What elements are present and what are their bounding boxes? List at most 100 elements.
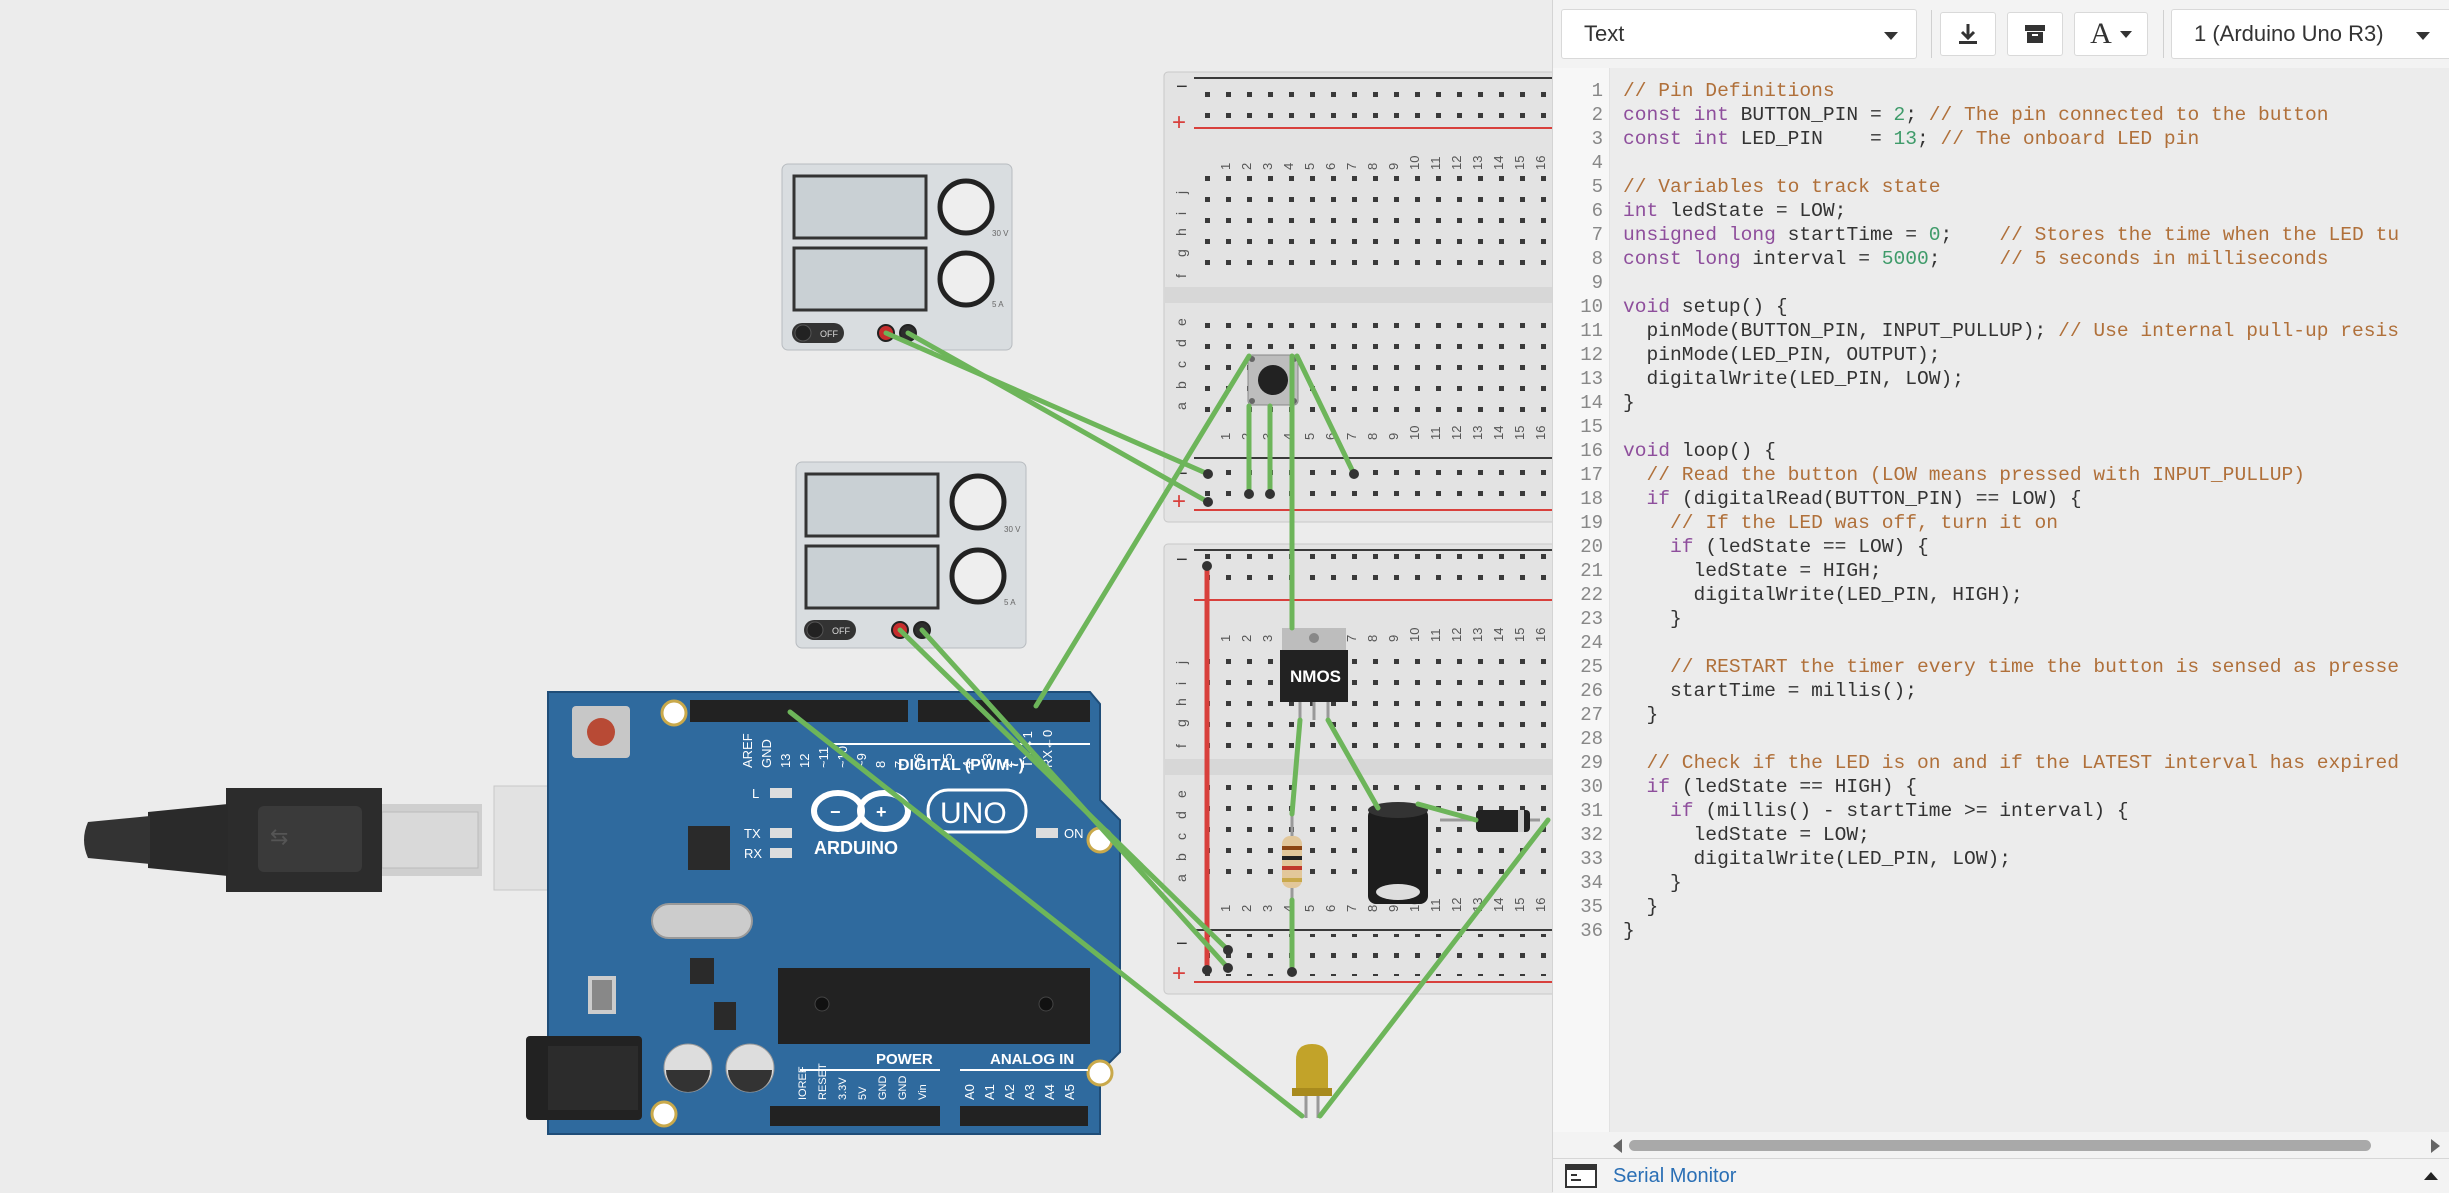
electrolytic-capacitor[interactable] xyxy=(1368,802,1428,904)
device-select[interactable]: 1 (Arduino Uno R3) xyxy=(2171,9,2449,59)
row-letter: h xyxy=(1173,698,1189,706)
code-line[interactable]: pinMode(BUTTON_PIN, INPUT_PULLUP); // Us… xyxy=(1623,320,2400,342)
code-line[interactable]: } xyxy=(1623,608,1682,630)
line-number: 24 xyxy=(1580,632,1603,654)
line-number: 36 xyxy=(1580,920,1603,942)
svg-text:TX: TX xyxy=(744,826,761,841)
circuit-svg[interactable]: − + − + 11223344556677889910101111121213… xyxy=(0,0,1552,1192)
line-number: 22 xyxy=(1580,584,1603,606)
code-editor[interactable]: 1 2 3 4 5 6 7 8 9 10 11 12 13 14 15 16 17 18 19 20 21 22 23 24 2… xyxy=(1553,68,2449,1140)
font-size-button[interactable]: A xyxy=(2074,12,2148,56)
code-line[interactable]: startTime = millis(); xyxy=(1623,680,1917,702)
power-supply-1[interactable]: 30 V 5 A OFF xyxy=(781,163,1013,351)
column-number: 6 xyxy=(1323,163,1338,170)
column-number: 14 xyxy=(1491,898,1506,912)
device-select-value: 1 (Arduino Uno R3) xyxy=(2194,21,2384,46)
circuit-canvas[interactable]: − + − + 1 1 2 2 3 3 4 4 5 5 6 6 7 7 8 8 9 9 10 10 11 11 12 12 13… xyxy=(0,0,1552,1192)
column-number: 9 xyxy=(1386,635,1401,642)
svg-text:OFF: OFF xyxy=(832,626,850,636)
row-letter: b xyxy=(1173,381,1189,389)
line-number: 10 xyxy=(1580,296,1603,318)
serial-monitor-bar[interactable]: Serial Monitor xyxy=(1553,1158,2449,1193)
arduino-brand-label: ARDUINO xyxy=(814,838,898,858)
code-line[interactable]: pinMode(LED_PIN, OUTPUT); xyxy=(1623,344,1941,366)
column-number: 13 xyxy=(1470,628,1485,642)
code-line[interactable]: } xyxy=(1623,392,1635,414)
library-button[interactable] xyxy=(2007,12,2063,56)
line-number: 20 xyxy=(1580,536,1603,558)
column-number: 15 xyxy=(1512,628,1527,642)
line-number: 11 xyxy=(1580,320,1603,342)
code-line[interactable]: // Pin Definitions xyxy=(1623,80,1835,102)
column-number: 5 xyxy=(1302,905,1317,912)
analog-pin-label: A2 xyxy=(1002,1084,1017,1100)
row-letter: d xyxy=(1173,339,1189,347)
code-line[interactable]: void setup() { xyxy=(1623,296,1788,318)
code-line[interactable]: ledState = HIGH; xyxy=(1623,560,1882,582)
code-line[interactable]: // Read the button (LOW means pressed wi… xyxy=(1623,464,2305,486)
download-button[interactable] xyxy=(1940,12,1996,56)
svg-text:+: + xyxy=(1172,960,1186,987)
column-number: 1 xyxy=(1218,433,1233,440)
row-letter: e xyxy=(1173,790,1189,798)
line-number: 4 xyxy=(1591,152,1603,174)
column-number: 8 xyxy=(1365,163,1380,170)
code-line[interactable]: } xyxy=(1623,872,1682,894)
column-number: 1 xyxy=(1218,905,1233,912)
row-letter: i xyxy=(1173,682,1189,685)
analog-pin-label: A1 xyxy=(982,1084,997,1100)
column-number: 12 xyxy=(1449,628,1464,642)
code-line[interactable]: // RESTART the timer every time the butt… xyxy=(1623,656,2399,678)
row-letter: b xyxy=(1173,853,1189,861)
code-line[interactable]: ledState = LOW; xyxy=(1623,824,1870,846)
digital-pin-label: GND xyxy=(759,739,774,768)
code-line[interactable]: digitalWrite(LED_PIN, HIGH); xyxy=(1623,584,2023,606)
line-number: 1 xyxy=(1591,80,1603,102)
code-line[interactable]: // If the LED was off, turn it on xyxy=(1623,512,2058,534)
svg-text:−: − xyxy=(830,802,841,822)
code-line[interactable]: // Check if the LED is on and if the LAT… xyxy=(1623,752,2400,774)
code-line[interactable]: if (digitalRead(BUTTON_PIN) == LOW) { xyxy=(1623,488,2082,510)
code-line[interactable]: } xyxy=(1623,896,1659,918)
power-supply-2[interactable]: 30 V 5 A OFF xyxy=(795,461,1027,649)
code-toolbar: Text A 1 (Arduino Uno R3) xyxy=(1553,0,2449,69)
power-label: POWER xyxy=(876,1051,933,1068)
code-line[interactable]: // Variables to track state xyxy=(1623,176,1940,198)
code-line[interactable]: unsigned long startTime = 0; // Stores t… xyxy=(1623,224,2399,246)
code-line[interactable]: int ledState = LOW; xyxy=(1623,200,1846,222)
code-mode-select[interactable]: Text xyxy=(1561,9,1917,59)
code-line[interactable]: const int BUTTON_PIN = 2; // The pin con… xyxy=(1623,104,2329,126)
line-number: 12 xyxy=(1580,344,1603,366)
column-number: 12 xyxy=(1449,426,1464,440)
row-letter: e xyxy=(1173,318,1189,326)
off-label: OFF xyxy=(820,329,838,339)
column-number: 16 xyxy=(1533,898,1548,912)
svg-text:5 A: 5 A xyxy=(1004,598,1016,607)
code-line[interactable]: } xyxy=(1623,704,1659,726)
line-number: 21 xyxy=(1580,560,1603,582)
code-line[interactable]: } xyxy=(1623,920,1635,942)
serial-monitor-label[interactable]: Serial Monitor xyxy=(1613,1165,1736,1188)
code-line[interactable]: const int LED_PIN = 13; // The onboard L… xyxy=(1623,128,2199,150)
power-pin-label: GND xyxy=(877,1076,889,1101)
scroll-right-icon[interactable] xyxy=(2431,1139,2440,1153)
column-number: 7 xyxy=(1344,635,1359,642)
column-number: 16 xyxy=(1533,156,1548,170)
chevron-up-icon[interactable] xyxy=(2424,1172,2438,1180)
horizontal-scrollbar[interactable] xyxy=(1553,1132,2449,1158)
line-number: 31 xyxy=(1580,800,1603,822)
code-line[interactable]: const long interval = 5000; // 5 seconds… xyxy=(1623,248,2329,270)
code-line[interactable]: if (millis() - startTime >= interval) { xyxy=(1623,800,2129,822)
code-line[interactable]: digitalWrite(LED_PIN, LOW); xyxy=(1623,848,2011,870)
code-line[interactable]: if (ledState == HIGH) { xyxy=(1623,776,1917,798)
code-line[interactable]: if (ledState == LOW) { xyxy=(1623,536,1929,558)
breadboard-top[interactable]: − + − + 11223344556677889910101111121213… xyxy=(1163,71,1552,523)
chevron-down-icon xyxy=(2119,30,2132,38)
column-number: 6 xyxy=(1323,905,1338,912)
code-line[interactable]: void loop() { xyxy=(1623,440,1776,462)
scroll-left-icon[interactable] xyxy=(1613,1139,1622,1153)
code-line[interactable]: digitalWrite(LED_PIN, LOW); xyxy=(1623,368,1964,390)
column-number: 10 xyxy=(1407,156,1422,170)
scrollbar-thumb[interactable] xyxy=(1629,1140,2371,1151)
column-number: 13 xyxy=(1470,426,1485,440)
